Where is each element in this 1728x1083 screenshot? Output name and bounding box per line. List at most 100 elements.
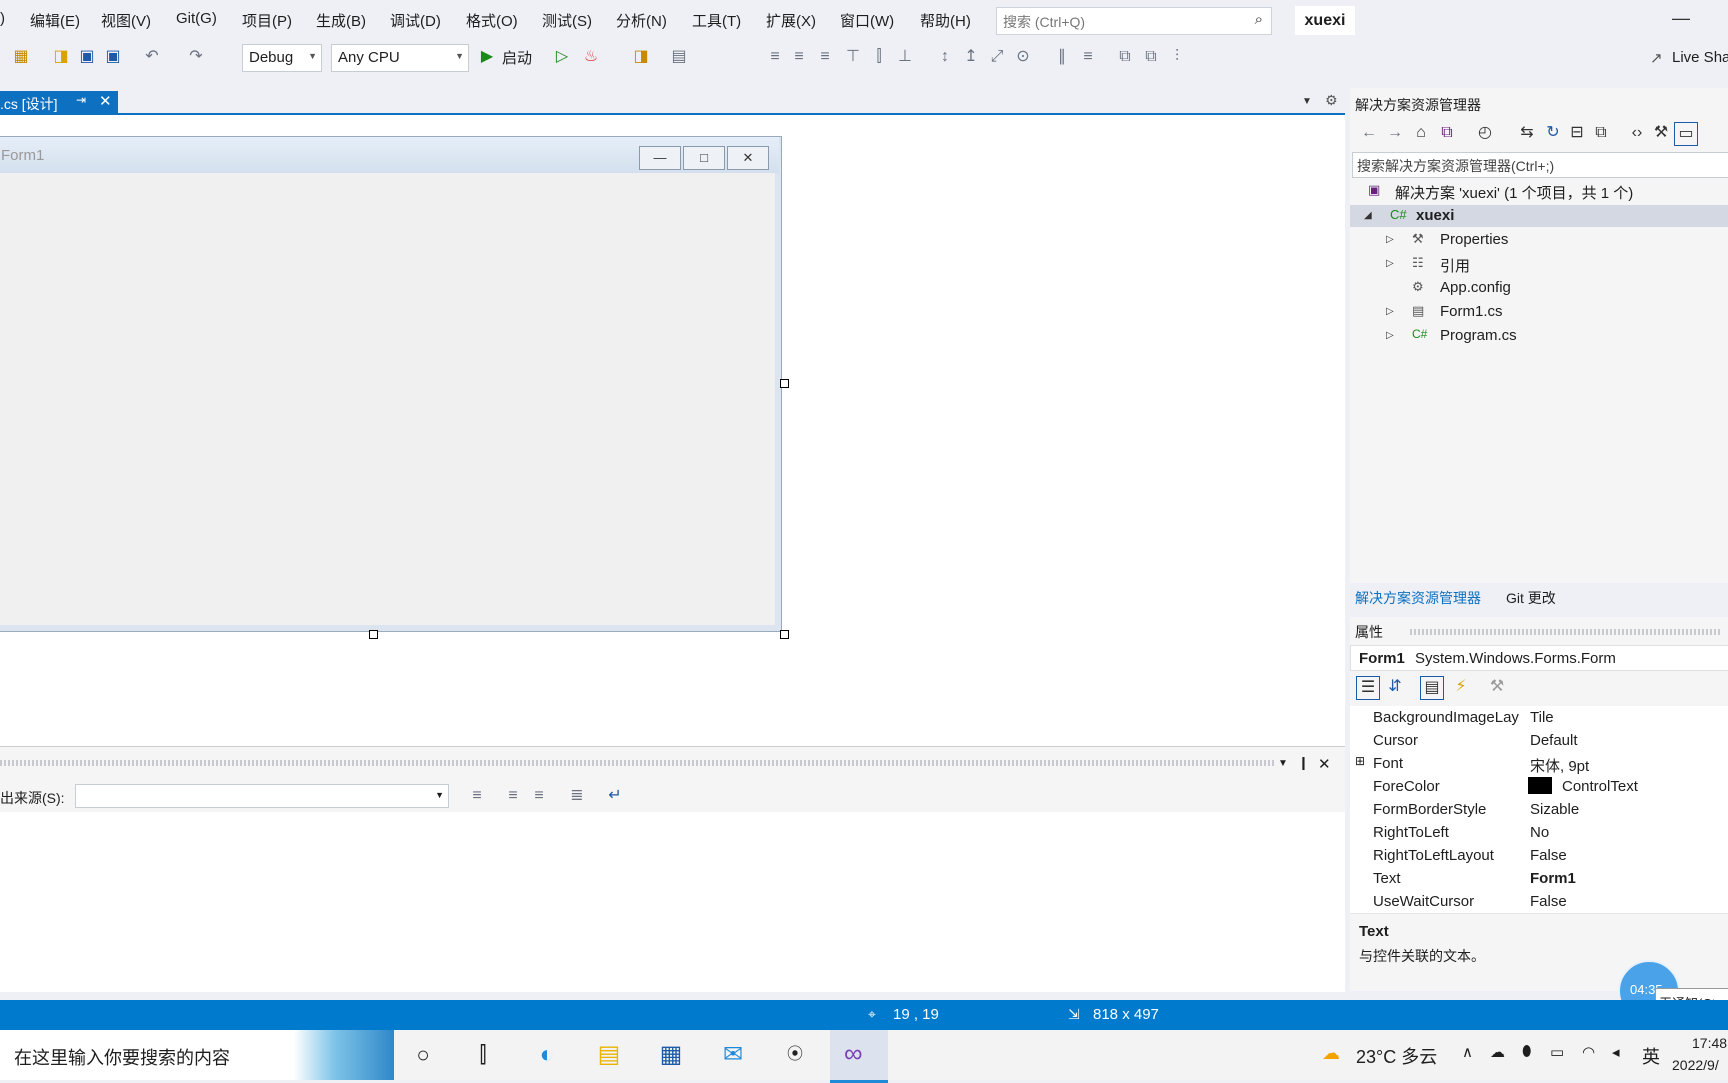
property-value[interactable]: 宋体, 9pt — [1530, 755, 1589, 776]
tab-solution-explorer[interactable]: 解决方案资源管理器 — [1355, 588, 1481, 608]
property-value[interactable]: Form1 — [1530, 870, 1576, 887]
edge-icon[interactable]: ◐ — [527, 1038, 567, 1072]
alphabetical-icon[interactable]: ⇵ — [1384, 676, 1406, 698]
properties-icon[interactable]: ▤ — [1420, 676, 1444, 700]
find-message-icon[interactable]: ≡ — [466, 785, 488, 807]
output-source-dropdown[interactable]: ▼ — [75, 784, 449, 808]
menu-view[interactable]: 视图(V) — [101, 10, 151, 31]
align-middle-icon[interactable]: ⫿ — [868, 46, 890, 68]
bring-front-icon[interactable]: ⧉ — [1114, 46, 1136, 68]
align-left-icon[interactable]: ≡ — [764, 46, 786, 68]
property-row[interactable]: RightToLeftLayout False — [1350, 844, 1728, 868]
toolbar-overflow-icon[interactable]: ⫶ — [1166, 46, 1188, 68]
expander-icon[interactable]: ▷ — [1386, 234, 1394, 245]
store-icon[interactable]: ▦ — [651, 1038, 691, 1072]
zoom-icon[interactable]: ⊙ — [1012, 46, 1034, 68]
microphone-icon[interactable]: ⬮ — [1522, 1043, 1531, 1060]
menu-analyze[interactable]: 分析(N) — [616, 10, 667, 31]
property-pages-icon[interactable]: ⚒ — [1486, 676, 1508, 698]
form-client-area[interactable] — [0, 173, 779, 625]
resize-handle-right[interactable] — [780, 379, 789, 388]
sync-icon[interactable]: ⇆ — [1516, 122, 1538, 144]
menu-edit[interactable]: 编辑(E) — [30, 10, 80, 31]
vspacing-icon[interactable]: ≡ — [1077, 46, 1099, 68]
volume-icon[interactable]: ◂ — [1612, 1043, 1620, 1061]
property-row[interactable]: Cursor Default — [1350, 729, 1728, 753]
open-icon[interactable]: ◨ — [50, 46, 72, 68]
same-height-icon[interactable]: ↥ — [960, 46, 982, 68]
search-input[interactable]: 搜索 (Ctrl+Q) ⌕ — [996, 7, 1272, 35]
property-row[interactable]: ⊞ Font 宋体, 9pt — [1350, 752, 1728, 776]
file-explorer-icon[interactable]: ▤ — [589, 1038, 629, 1072]
word-wrap-icon[interactable]: ↵ — [604, 785, 626, 807]
output-text-area[interactable] — [0, 812, 1345, 992]
minimize-icon[interactable]: — — [1672, 8, 1690, 29]
align-right-icon[interactable]: ≡ — [814, 46, 836, 68]
pane-gripper[interactable] — [1410, 629, 1720, 635]
code-icon[interactable]: ‹› — [1626, 122, 1648, 144]
tree-item-references[interactable]: ▷ ☷ 引用 — [1350, 253, 1728, 275]
tab-git-changes[interactable]: Git 更改 — [1506, 588, 1556, 608]
send-back-icon[interactable]: ⧉ — [1140, 46, 1162, 68]
categorized-icon[interactable]: ☰ — [1356, 676, 1380, 700]
menu-project[interactable]: 项目(P) — [242, 10, 292, 31]
share-icon[interactable]: ↗ — [1650, 49, 1663, 67]
expander-icon[interactable]: ▷ — [1386, 306, 1394, 317]
tab-form1-designer[interactable]: .cs [设计] ⇥ ✕ — [0, 91, 118, 114]
clock-date[interactable]: 2022/9/ — [1672, 1057, 1719, 1073]
expander-icon[interactable]: ◢ — [1364, 210, 1372, 221]
start-button[interactable]: 启动 — [502, 47, 532, 68]
taskbar-search-box[interactable]: 在这里输入你要搜索的内容 — [0, 1030, 394, 1080]
size-to-grid-icon[interactable]: ⤢ — [986, 46, 1008, 68]
object-selector[interactable]: Form1 System.Windows.Forms.Form — [1350, 645, 1728, 671]
expander-icon[interactable]: ▷ — [1386, 330, 1394, 341]
resize-handle-corner[interactable] — [780, 630, 789, 639]
onedrive-icon[interactable]: ☁ — [1490, 1043, 1505, 1061]
property-value[interactable]: Tile — [1530, 709, 1554, 726]
events-icon[interactable]: ⚡ — [1450, 676, 1472, 698]
align-center-icon[interactable]: ≡ — [788, 46, 810, 68]
menu-test[interactable]: 测试(S) — [542, 10, 592, 31]
tree-item-properties[interactable]: ▷ ⚒ Properties — [1350, 229, 1728, 251]
pin-icon[interactable]: ⇥ — [76, 93, 86, 107]
property-row[interactable]: Text Form1 — [1350, 867, 1728, 891]
solution-search-input[interactable]: 搜索解决方案资源管理器(Ctrl+;) — [1352, 152, 1728, 178]
collapse-all-icon[interactable]: ⊟ — [1566, 122, 1588, 144]
same-size-icon[interactable]: ↕ — [934, 46, 956, 68]
ime-indicator[interactable]: 英 — [1642, 1043, 1660, 1069]
cortana-icon[interactable]: ○ — [403, 1038, 443, 1072]
wifi-icon[interactable]: ◠ — [1582, 1043, 1595, 1061]
property-row[interactable]: ForeColor ControlText — [1350, 775, 1728, 799]
menu-debug[interactable]: 调试(D) — [390, 10, 441, 31]
new-project-icon[interactable]: ▦ — [10, 46, 32, 68]
next-message-icon[interactable]: ≡ — [528, 785, 550, 807]
task-view-icon[interactable]: ⫿ — [463, 1038, 503, 1072]
align-top-icon[interactable]: ⊤ — [842, 46, 864, 68]
folder-icon[interactable]: ◨ — [630, 46, 652, 68]
panel-gripper[interactable] — [0, 760, 1275, 766]
gear-icon[interactable]: ⚙ — [1325, 92, 1338, 109]
hot-reload-icon[interactable]: ♨ — [580, 46, 602, 68]
spacing-icon[interactable]: ∥ — [1051, 46, 1073, 68]
live-share-button[interactable]: Live Sha — [1672, 49, 1728, 66]
property-row[interactable]: RightToLeft No — [1350, 821, 1728, 845]
start-without-debug-icon[interactable]: ▷ — [551, 46, 573, 68]
pin-icon[interactable]: ❙ — [1298, 755, 1309, 771]
close-icon[interactable]: ✕ — [1318, 755, 1331, 773]
menu-help[interactable]: 帮助(H) — [920, 10, 971, 31]
menu-file[interactable]: ) — [0, 10, 5, 27]
tree-item-form1[interactable]: ▷ ▤ Form1.cs — [1350, 301, 1728, 323]
back-icon[interactable]: ← — [1358, 122, 1380, 144]
undo-icon[interactable]: ↶ — [141, 46, 163, 68]
platform-dropdown[interactable]: Any CPU ▼ — [331, 44, 469, 72]
property-value[interactable]: Default — [1530, 732, 1578, 749]
property-value[interactable]: False — [1530, 847, 1567, 864]
refresh-icon[interactable]: ↻ — [1542, 122, 1564, 144]
forward-icon[interactable]: → — [1384, 122, 1406, 144]
menu-window[interactable]: 窗口(W) — [840, 10, 894, 31]
start-play-icon[interactable]: ▶ — [476, 46, 498, 68]
redo-icon[interactable]: ↷ — [185, 46, 207, 68]
tree-project[interactable]: ◢ C# xuexi — [1350, 205, 1728, 227]
battery-icon[interactable]: ▭ — [1550, 1043, 1564, 1061]
prev-message-icon[interactable]: ≡ — [502, 785, 524, 807]
